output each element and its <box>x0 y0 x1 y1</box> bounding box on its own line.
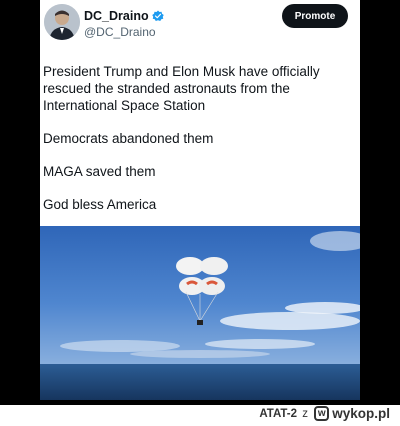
tweet-line: rescued the stranded astronauts from the <box>43 81 290 96</box>
capsule <box>197 320 203 325</box>
tweet-card: DC_Draino @DC_Draino Promote President T… <box>40 0 360 226</box>
verified-badge-icon <box>151 10 164 22</box>
media-image[interactable] <box>40 226 360 400</box>
tweet-line-spacer <box>43 147 355 163</box>
footer-bar: ATAT-2 z w wykop.pl <box>0 405 400 426</box>
tweet-line: Democrats abandoned them <box>43 131 214 146</box>
tweet-body: President Trump and Elon Musk have offic… <box>43 63 355 213</box>
author-display-name[interactable]: DC_Draino <box>84 9 149 23</box>
site-name: wykop.pl <box>332 406 390 421</box>
wykop-logo[interactable]: w wykop.pl <box>314 406 390 421</box>
tweet-line: MAGA saved them <box>43 164 156 179</box>
author-name-row[interactable]: DC_Draino <box>84 9 164 23</box>
footer-username[interactable]: ATAT-2 z <box>259 408 308 420</box>
tweet-line: God bless America <box>43 197 157 212</box>
capsule-parachute-image <box>40 226 360 400</box>
tweet-line: International Space Station <box>43 98 206 113</box>
author-handle[interactable]: @DC_Draino <box>84 25 156 39</box>
avatar[interactable] <box>44 4 80 40</box>
wykop-logo-icon: w <box>314 406 330 421</box>
tweet-line-spacer <box>43 114 355 130</box>
promote-button[interactable]: Promote <box>282 4 348 28</box>
tweet-line: President Trump and Elon Musk have offic… <box>43 64 320 79</box>
tweet-line-spacer <box>43 180 355 196</box>
